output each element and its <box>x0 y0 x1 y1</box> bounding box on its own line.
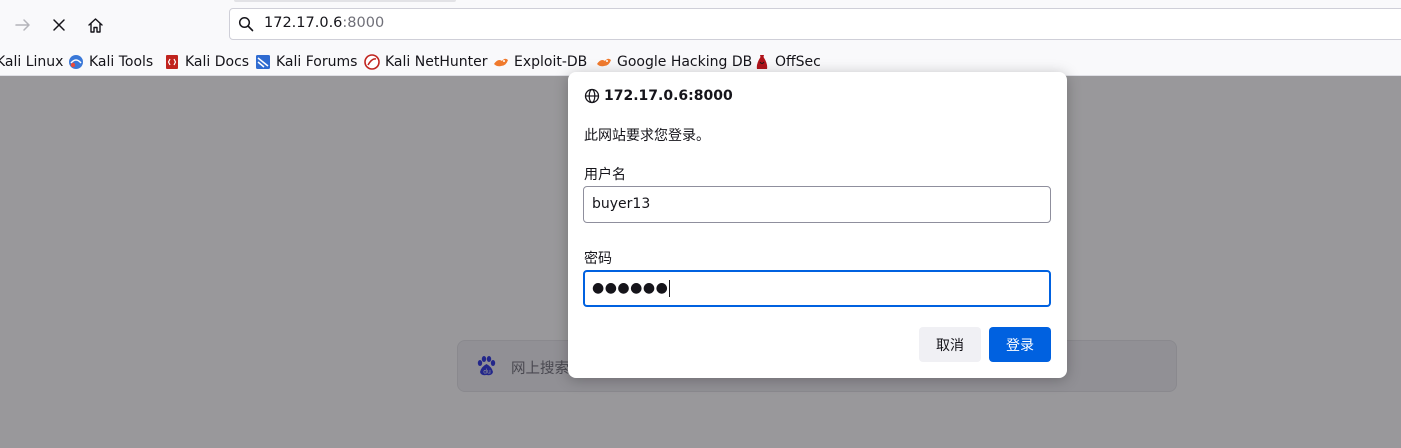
url-host: 172.17.0.6 <box>264 15 343 31</box>
forward-button[interactable] <box>7 9 39 41</box>
bookmark-google-hacking-db[interactable]: Google Hacking DB <box>596 52 752 72</box>
password-label: 密码 <box>584 251 612 267</box>
ghdb-icon <box>597 58 611 67</box>
bookmark-label: Kali NetHunter <box>385 54 488 70</box>
globe-icon <box>584 88 600 104</box>
bookmark-label: Kali Tools <box>89 54 154 70</box>
cancel-button[interactable]: 取消 <box>919 327 981 362</box>
bookmark-kali-linux[interactable]: Kali Linux <box>0 52 63 72</box>
username-field[interactable]: buyer13 <box>583 186 1051 223</box>
home-button[interactable] <box>79 9 111 41</box>
password-mask: ●●●●●● <box>592 280 669 296</box>
bookmark-label: Kali Docs <box>185 54 250 70</box>
username-label: 用户名 <box>584 167 626 183</box>
dialog-origin: 172.17.0.6:8000 <box>604 88 733 104</box>
bookmark-label: Google Hacking DB <box>617 54 753 70</box>
offsec-icon <box>756 55 768 69</box>
browser-window: 172.17.0.6:8000 Kali Linux Kali Tools Ka… <box>0 0 1401 448</box>
kali-docs-icon <box>166 55 178 69</box>
url-text[interactable]: 172.17.0.6:8000 <box>264 15 384 31</box>
exploit-db-icon <box>494 58 508 67</box>
kali-tools-icon <box>69 55 83 69</box>
password-field[interactable]: ●●●●●● <box>583 270 1051 307</box>
bookmark-label: OffSec <box>775 54 821 70</box>
kali-forums-icon <box>256 55 270 69</box>
navigation-toolbar: 172.17.0.6:8000 <box>0 0 1401 48</box>
bookmark-label: Kali Linux <box>0 54 64 70</box>
text-caret <box>669 279 671 297</box>
http-auth-dialog: 172.17.0.6:8000 此网站要求您登录。 用户名 buyer13 密码… <box>568 72 1067 378</box>
login-button[interactable]: 登录 <box>989 327 1051 362</box>
bookmark-offsec[interactable]: OffSec <box>754 52 821 72</box>
search-icon <box>238 16 254 32</box>
bookmark-kali-tools[interactable]: Kali Tools <box>68 52 153 72</box>
stop-button[interactable] <box>43 9 75 41</box>
active-tab-edge[interactable] <box>234 0 456 2</box>
bookmark-kali-forums[interactable]: Kali Forums <box>255 52 357 72</box>
stop-x-icon <box>53 19 65 31</box>
url-bar[interactable]: 172.17.0.6:8000 <box>229 8 1401 40</box>
bookmark-exploit-db[interactable]: Exploit-DB <box>493 52 587 72</box>
dialog-message: 此网站要求您登录。 <box>584 128 710 144</box>
home-icon <box>87 17 103 33</box>
url-port: :8000 <box>342 15 385 31</box>
forward-arrow-icon <box>15 19 30 31</box>
kali-nethunter-icon <box>364 54 380 70</box>
bookmark-kali-nethunter[interactable]: Kali NetHunter <box>364 52 487 72</box>
username-value: buyer13 <box>592 196 651 212</box>
bookmark-label: Exploit-DB <box>514 54 588 70</box>
bookmark-kali-docs[interactable]: Kali Docs <box>164 52 249 72</box>
dialog-header: 172.17.0.6:8000 <box>584 88 733 104</box>
bookmark-label: Kali Forums <box>276 54 358 70</box>
